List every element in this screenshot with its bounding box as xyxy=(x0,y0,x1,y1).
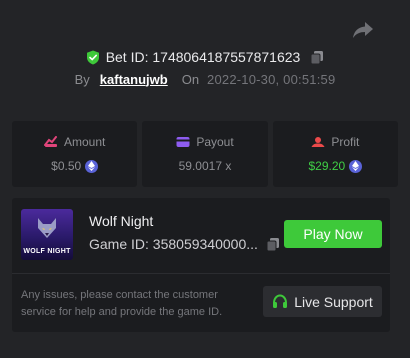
stat-profit-value-row: $29.20 xyxy=(308,159,363,173)
bet-date: 2022-10-30, 00:51:59 xyxy=(207,71,336,87)
game-id: Game ID: 358059340000... xyxy=(89,236,258,252)
by-label: By xyxy=(74,71,90,87)
live-support-button[interactable]: Live Support xyxy=(263,286,382,317)
bet-id: Bet ID: 1748064187557871623 xyxy=(105,49,301,65)
stat-payout-value-row: 59.0017 x xyxy=(179,159,232,173)
game-card: WOLF NIGHT Wolf Night Game ID: 358059340… xyxy=(12,198,390,332)
copy-game-id-button[interactable] xyxy=(266,237,280,252)
ethereum-icon xyxy=(85,159,99,173)
wolf-icon xyxy=(38,218,56,238)
stat-profit: Profit $29.20 xyxy=(272,121,398,187)
wallet-icon xyxy=(176,137,190,147)
stat-profit-label: Profit xyxy=(331,135,360,149)
bet-author-row: By kaftanujwb On 2022-10-30, 00:51:59 xyxy=(0,69,410,89)
profit-icon xyxy=(311,137,325,147)
bet-stats: Amount $0.50 Payout 59.0017 x Profit $29… xyxy=(12,121,398,187)
copy-icon xyxy=(310,50,324,64)
game-id-row: Game ID: 358059340000... xyxy=(89,236,280,252)
verified-shield-icon xyxy=(86,50,100,65)
share-icon xyxy=(353,22,373,38)
game-thumbnail-caption: WOLF NIGHT xyxy=(23,248,71,255)
stat-payout-value: 59.0017 x xyxy=(178,159,232,173)
stat-payout: Payout 59.0017 x xyxy=(142,121,268,187)
stat-payout-head: Payout xyxy=(176,135,234,149)
ethereum-icon xyxy=(349,159,363,173)
copy-icon xyxy=(266,237,279,251)
copy-bet-id-button[interactable] xyxy=(310,50,324,65)
stat-profit-head: Profit xyxy=(311,135,359,149)
share-button[interactable] xyxy=(352,20,374,40)
support-message: Any issues, please contact the customer … xyxy=(21,289,223,318)
play-now-button[interactable]: Play Now xyxy=(284,220,382,248)
game-thumbnail[interactable]: WOLF NIGHT xyxy=(21,209,73,260)
headset-icon xyxy=(273,294,288,308)
stat-profit-value: $29.20 xyxy=(308,159,346,173)
game-name: Wolf Night xyxy=(89,213,154,229)
stat-amount-value-row: $0.50 xyxy=(51,159,99,173)
stat-amount-head: Amount xyxy=(43,135,106,149)
stat-amount-label: Amount xyxy=(63,135,106,149)
divider xyxy=(12,273,390,274)
stat-payout-label: Payout xyxy=(196,135,234,149)
stat-amount: Amount $0.50 xyxy=(12,121,138,187)
on-label: On xyxy=(181,71,200,87)
amount-icon xyxy=(43,136,57,147)
live-support-label: Live Support xyxy=(294,293,373,310)
stat-amount-value: $0.50 xyxy=(51,159,82,173)
bet-id-row: Bet ID: 1748064187557871623 xyxy=(0,47,410,67)
username-link[interactable]: kaftanujwb xyxy=(100,72,168,87)
